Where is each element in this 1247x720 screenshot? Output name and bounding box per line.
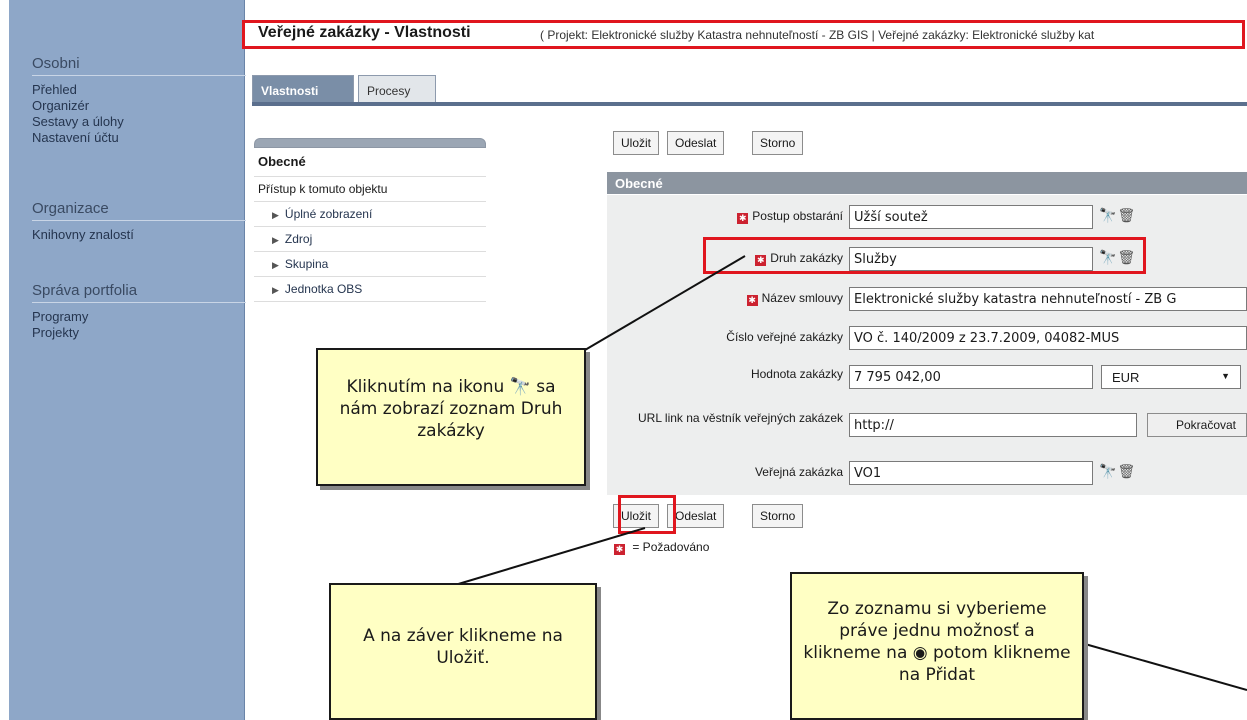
callout-line-1 xyxy=(584,255,746,351)
callout-note-select-hint: Zo zoznamu si vyberieme práve jednu možn… xyxy=(790,572,1084,720)
callout-line-3 xyxy=(1084,643,1247,691)
callout-line-2 xyxy=(454,527,646,586)
callout-note-save-hint: A na záver klikneme na Uložiť. xyxy=(329,583,597,720)
callout-note-icon-hint: Kliknutím na ikonu 🔭 sa nám zobrazí zozn… xyxy=(316,348,586,486)
